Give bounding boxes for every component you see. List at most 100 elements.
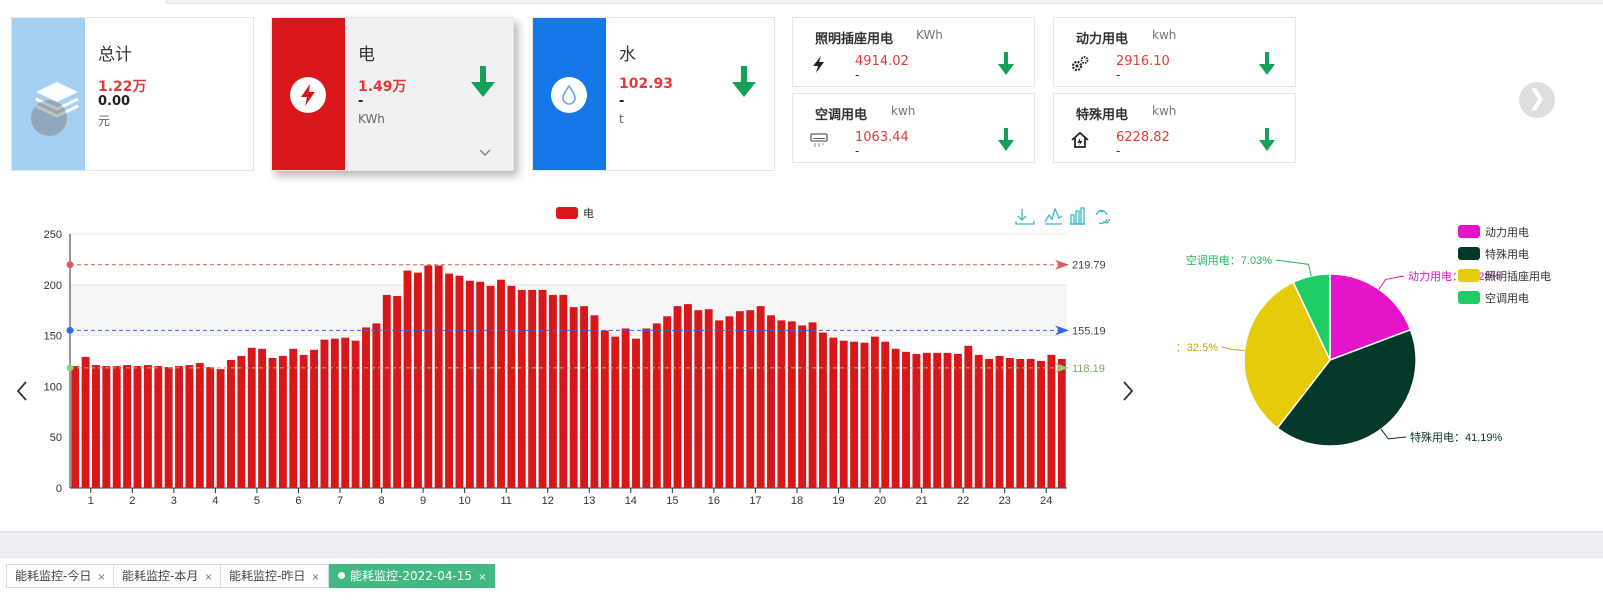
- bar[interactable]: [704, 309, 713, 488]
- close-icon[interactable]: ×: [478, 572, 486, 583]
- ac-card[interactable]: 空调用电 kwh 1063.44 -: [792, 93, 1035, 163]
- restore-icon[interactable]: [1095, 209, 1111, 225]
- bar[interactable]: [891, 348, 900, 488]
- bar[interactable]: [798, 325, 807, 488]
- bar[interactable]: [164, 367, 173, 488]
- bar[interactable]: [102, 366, 111, 488]
- bar[interactable]: [652, 323, 661, 488]
- bar[interactable]: [289, 348, 298, 488]
- chevron-down-icon[interactable]: [478, 148, 492, 158]
- bar[interactable]: [933, 352, 942, 488]
- bar[interactable]: [922, 352, 931, 488]
- pie-legend[interactable]: 动力用电特殊用电照明插座用电空调用电: [1458, 225, 1551, 305]
- bar[interactable]: [818, 332, 827, 488]
- bar[interactable]: [465, 280, 474, 488]
- bar[interactable]: [81, 356, 90, 488]
- bar[interactable]: [434, 265, 443, 488]
- bar[interactable]: [985, 358, 994, 488]
- bar[interactable]: [455, 275, 464, 488]
- bar[interactable]: [1026, 358, 1035, 488]
- bar[interactable]: [310, 349, 319, 488]
- bar[interactable]: [71, 366, 80, 488]
- line-chart-icon[interactable]: [1044, 207, 1063, 225]
- bar[interactable]: [767, 315, 775, 488]
- bar[interactable]: [839, 340, 848, 488]
- bar[interactable]: [829, 337, 838, 488]
- bar[interactable]: [351, 340, 360, 488]
- bar[interactable]: [123, 365, 132, 488]
- bar[interactable]: [1047, 354, 1056, 488]
- bar[interactable]: [92, 365, 100, 488]
- bar[interactable]: [870, 336, 879, 488]
- bar[interactable]: [538, 289, 547, 488]
- lighting-card[interactable]: 照明插座用电 KWh 4914.02 -: [792, 17, 1035, 87]
- tab-2022-04-15[interactable]: 能耗监控-2022-04-15 ×: [329, 564, 496, 588]
- bar[interactable]: [486, 285, 495, 488]
- bar[interactable]: [413, 272, 422, 488]
- bar[interactable]: [974, 354, 983, 488]
- bar[interactable]: [237, 355, 246, 488]
- bar[interactable]: [143, 365, 152, 488]
- bar[interactable]: [362, 327, 370, 488]
- bar[interactable]: [320, 339, 329, 488]
- bar[interactable]: [746, 310, 755, 488]
- bar[interactable]: [258, 348, 267, 488]
- bar[interactable]: [1016, 358, 1025, 488]
- bar[interactable]: [600, 330, 609, 488]
- carousel-next-button[interactable]: ❯: [1519, 82, 1555, 118]
- bar[interactable]: [507, 285, 516, 488]
- bar[interactable]: [476, 281, 485, 488]
- power-card[interactable]: 动力用电 kwh 2916.10 -: [1053, 17, 1296, 87]
- bar[interactable]: [497, 279, 505, 488]
- bar[interactable]: [528, 289, 537, 488]
- bar[interactable]: [569, 307, 578, 488]
- bar[interactable]: [590, 315, 599, 488]
- close-icon[interactable]: ×: [204, 572, 212, 583]
- total-card[interactable]: 总计 1.22万 0.00 元: [11, 17, 254, 171]
- bar[interactable]: [424, 265, 433, 488]
- bar[interactable]: [632, 338, 640, 488]
- bar[interactable]: [735, 311, 744, 488]
- bar[interactable]: [1037, 361, 1045, 488]
- bar[interactable]: [777, 320, 786, 488]
- bar[interactable]: [995, 355, 1004, 488]
- bar[interactable]: [154, 366, 163, 488]
- bar[interactable]: [216, 369, 225, 488]
- bar[interactable]: [372, 323, 381, 488]
- tab-today[interactable]: 能耗监控-今日 ×: [6, 564, 115, 588]
- bar[interactable]: [881, 341, 890, 488]
- bar[interactable]: [278, 355, 287, 488]
- bar[interactable]: [341, 337, 350, 488]
- bar[interactable]: [642, 328, 651, 488]
- bar[interactable]: [611, 336, 620, 488]
- bar[interactable]: [382, 294, 391, 488]
- bar[interactable]: [850, 341, 859, 488]
- bar[interactable]: [912, 353, 921, 488]
- bar[interactable]: [548, 294, 557, 488]
- bar[interactable]: [393, 295, 402, 488]
- bar-chart-icon[interactable]: [1070, 207, 1085, 225]
- bar[interactable]: [445, 273, 454, 488]
- bar[interactable]: [330, 338, 339, 488]
- special-card[interactable]: 特殊用电 kwh 6228.82 -: [1053, 93, 1296, 163]
- bar[interactable]: [185, 365, 194, 488]
- bar[interactable]: [694, 310, 703, 488]
- water-card[interactable]: 水 102.93 - t: [532, 17, 775, 171]
- bar[interactable]: [206, 367, 215, 488]
- bar[interactable]: [902, 351, 910, 488]
- bar[interactable]: [133, 366, 142, 488]
- bar[interactable]: [299, 354, 308, 488]
- close-icon[interactable]: ×: [97, 572, 105, 583]
- bar[interactable]: [673, 306, 682, 488]
- bar[interactable]: [268, 357, 277, 488]
- tab-yesterday[interactable]: 能耗监控-昨日 ×: [220, 564, 329, 588]
- bar[interactable]: [943, 352, 952, 488]
- bar[interactable]: [1005, 357, 1014, 488]
- bar[interactable]: [559, 294, 568, 488]
- bar[interactable]: [517, 289, 526, 488]
- chart-prev-arrow-icon[interactable]: [14, 380, 30, 402]
- carousel-prev-button[interactable]: [31, 100, 67, 136]
- chart-next-arrow-icon[interactable]: [1120, 380, 1136, 402]
- bar[interactable]: [1057, 358, 1066, 488]
- bar[interactable]: [683, 304, 692, 488]
